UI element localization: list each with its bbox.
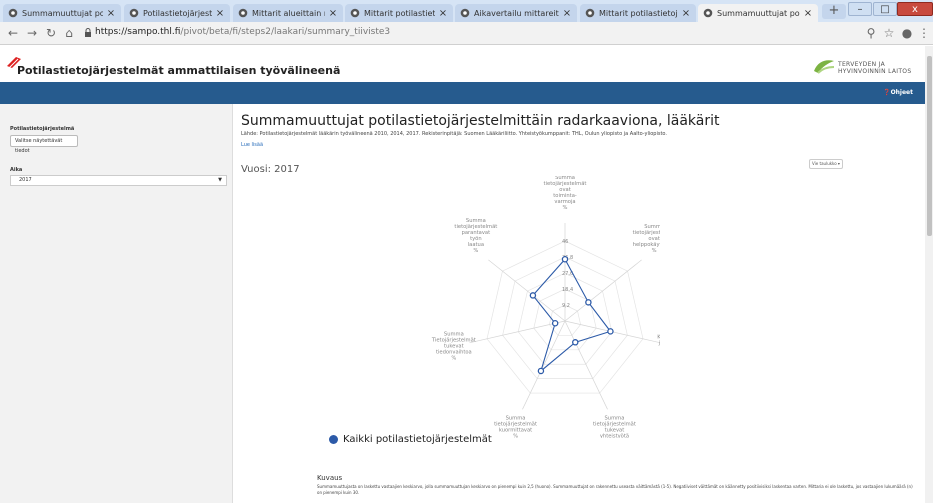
address-bar[interactable]: https://sampo.thl.fi/pivot/beta/fi/steps… [95, 27, 390, 37]
browser-tab[interactable]: Summamuuttujat potilas…× [3, 4, 121, 22]
chevron-down-icon: ▼ [218, 177, 222, 183]
back-icon[interactable]: ← [5, 25, 21, 41]
radar-axis-label: Summa tietojärjestelmät tukevat yhteistyötä… [593, 416, 636, 438]
description-text: Summamuuttujasta on laskettu vastaajien … [317, 484, 913, 495]
close-tab-icon[interactable]: × [562, 8, 572, 19]
forward-icon[interactable]: → [24, 25, 40, 41]
new-tab-button[interactable]: + [822, 4, 846, 19]
minimize-button[interactable]: – [848, 2, 872, 16]
globe-icon [350, 8, 360, 18]
maximize-button[interactable]: □ [873, 2, 897, 16]
reload-icon[interactable]: ↻ [43, 25, 59, 41]
legend-marker [329, 435, 338, 444]
close-tab-icon[interactable]: × [328, 8, 338, 19]
filter-sidebar [0, 104, 233, 503]
read-more-link[interactable]: Lue lisää [241, 142, 263, 148]
close-tab-icon[interactable]: × [215, 8, 225, 19]
site-title[interactable]: Potilastietojärjestelmät ammattilaisen t… [17, 64, 340, 77]
radar-axis-label: Summa Tietojärjestelmät tukevat tiedonvaiht… [431, 331, 476, 361]
browser-toolbar: ← → ↻ ⌂ https://sampo.thl.fi/pivot/beta/… [0, 22, 933, 45]
thl-logo-text: TERVEYDEN JA HYVINVOINNIN LAITOS [838, 61, 911, 75]
browser-tab-title: Mittarit potilastietojärje… [599, 8, 678, 18]
page-title: Summamuuttujat potilastietojärjestelmitt… [241, 113, 720, 129]
radar-data-point [585, 299, 592, 306]
navigation-bar: ❓Ohjeet [0, 82, 925, 104]
globe-icon [129, 8, 139, 18]
close-tab-icon[interactable]: × [803, 8, 813, 19]
radar-axis-label: Summa tietojärjestelmät parantavat työn laat… [454, 218, 497, 254]
export-table-button[interactable]: Vie taulukko ▾ [809, 159, 843, 169]
radar-chart: 9,218,427,636,846Summatietojärjestelmäto… [431, 176, 660, 438]
radar-axis-label: Summa tietojärjestelmät kuormittavat% [494, 416, 537, 438]
globe-icon [585, 8, 595, 18]
legend-label: Kaikki potilastietojärjestelmät [343, 434, 492, 445]
thl-logo-icon [814, 60, 835, 74]
browser-tab[interactable]: Mittarit potilastietojärje…× [345, 4, 453, 22]
system-filter-label: Potilastietojärjestelmä [10, 126, 75, 132]
menu-icon[interactable]: ⋮ [916, 25, 932, 41]
browser-tab-title: Summamuuttujat potilas… [22, 8, 103, 18]
close-tab-icon[interactable]: × [438, 8, 448, 19]
globe-icon [460, 8, 470, 18]
time-select-value: 2017 [19, 177, 32, 183]
org-name-line1: TERVEYDEN JA [838, 61, 886, 68]
org-name-line2: HYVINVOINNIN LAITOS [838, 68, 912, 75]
account-icon[interactable]: ● [899, 25, 915, 41]
radar-tick-label: 18,4 [562, 287, 573, 293]
browser-tab[interactable]: Mittarit alueittain mony…× [233, 4, 343, 22]
browser-tab-title: Mittarit potilastietojärje… [364, 8, 435, 18]
description-title: Kuvaus [317, 474, 343, 482]
zoom-icon[interactable]: ⚲ [863, 25, 879, 41]
browser-tab-title: Summamuuttujat potila… [717, 8, 800, 18]
close-window-button[interactable]: x [897, 2, 933, 16]
radar-axis-label: Koulutusosanajärjestelmällevähintään8 [657, 334, 660, 358]
close-tab-icon[interactable]: × [681, 8, 691, 19]
help-link[interactable]: ❓Ohjeet [883, 89, 913, 96]
select-data-button[interactable]: Valitse näytettävät tiedot [10, 135, 78, 154]
radar-axis-line [564, 259, 642, 322]
url-path: /pivot/beta/fi/steps2/laakari/summary_ti… [180, 27, 391, 37]
lock-icon [85, 28, 91, 37]
radar-axis-line [488, 259, 566, 322]
source-text: Lähde: Potilastietojärjestelmät lääkärin… [241, 131, 667, 137]
home-icon[interactable]: ⌂ [61, 25, 77, 41]
globe-icon [8, 8, 18, 18]
close-tab-icon[interactable]: × [106, 8, 116, 19]
radar-data-point [561, 256, 569, 263]
help-label: Ohjeet [890, 89, 913, 96]
globe-icon [703, 8, 713, 18]
browser-tab[interactable]: Mittarit potilastietojärje…× [580, 4, 696, 22]
browser-tab[interactable]: Potilastietojärjestelmien…× [124, 4, 230, 22]
radar-data-point [537, 367, 545, 375]
year-heading: Vuosi: 2017 [241, 164, 300, 175]
time-filter-label: Aika [10, 167, 23, 173]
scrollbar-thumb[interactable] [927, 56, 932, 236]
radar-data-point [607, 328, 614, 335]
time-select[interactable]: 2017 ▼ [10, 175, 227, 186]
chart-legend: Kaikki potilastietojärjestelmät [329, 434, 492, 445]
browser-tab-strip: Summamuuttujat potilas…×Potilastietojärj… [0, 0, 933, 22]
radar-axis-label: Summa tietojärjestelmät ovat toiminta-varmo… [544, 176, 587, 211]
radar-tick-label: 9,2 [562, 303, 570, 309]
browser-tab-title: Potilastietojärjestelmien… [143, 8, 212, 18]
browser-tab[interactable]: Summamuuttujat potila…× [698, 4, 818, 22]
radar-tick-label: 46 [562, 239, 568, 245]
radar-data-point [572, 339, 579, 346]
browser-tab-title: Aikavertailu mittareitta… [474, 8, 559, 18]
browser-tab[interactable]: Aikavertailu mittareitta…× [455, 4, 577, 22]
radar-data-point [551, 319, 559, 327]
help-icon: ❓ [883, 89, 891, 96]
radar-axis-label: Summatietojärjestelmätovathelppokäyttöis… [633, 224, 660, 254]
url-host: https://sampo.thl.fi [95, 27, 181, 37]
browser-tab-title: Mittarit alueittain mony… [252, 8, 325, 18]
radar-data-point [529, 292, 537, 299]
star-icon[interactable]: ☆ [881, 25, 897, 41]
radar-axis-line [522, 320, 566, 410]
globe-icon [238, 8, 248, 18]
